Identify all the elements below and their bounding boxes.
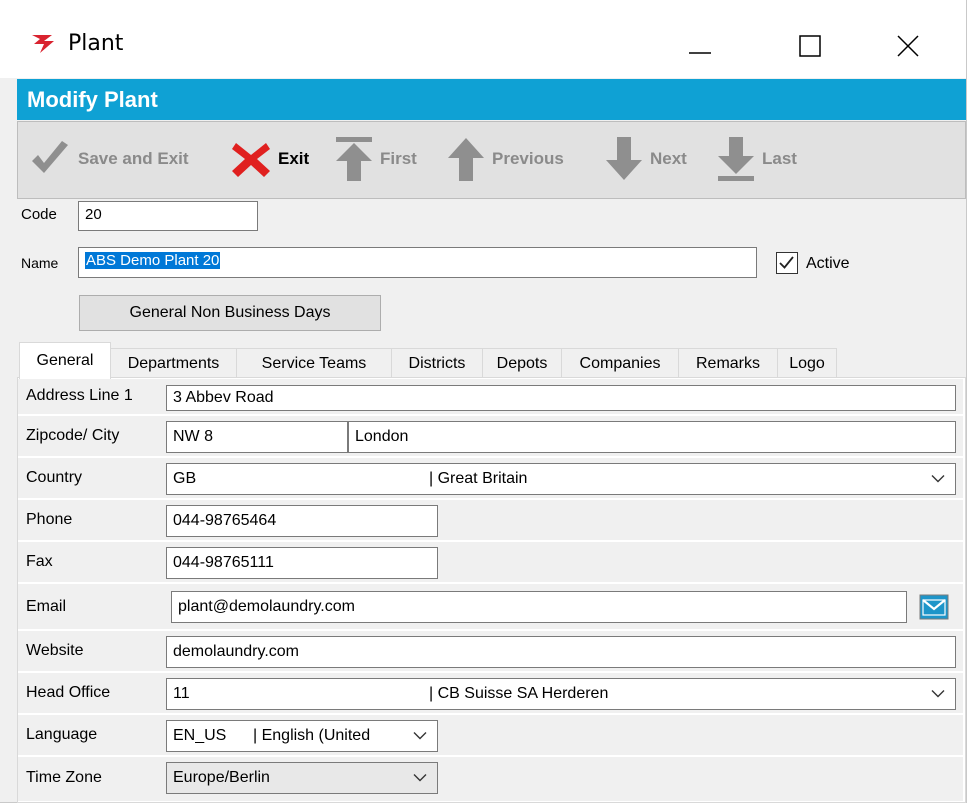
close-button[interactable] (880, 22, 936, 70)
next-label: Next (650, 149, 687, 168)
name-label: Name (21, 255, 59, 271)
chevron-down-icon (931, 690, 945, 698)
tab-logo[interactable]: Logo (777, 348, 837, 378)
close-icon (897, 35, 919, 57)
country-select[interactable]: GB | Great Britain (166, 463, 956, 495)
minimize-icon (689, 52, 711, 54)
address-line1-row: Address Line 1 3 Abbev Road (18, 379, 963, 415)
address-line1-label: Address Line 1 (26, 387, 133, 404)
language-label: Language (26, 726, 98, 743)
city-input[interactable]: London (348, 421, 956, 453)
code-label: Code (21, 206, 57, 223)
last-arrow-icon (718, 137, 754, 181)
general-non-business-days-button[interactable]: General Non Business Days (79, 295, 381, 331)
code-input[interactable]: 20 (78, 201, 258, 231)
first-arrow-icon (336, 137, 372, 181)
first-label: First (380, 149, 417, 168)
head-office-name: | CB Suisse SA Herderen (429, 685, 609, 702)
fax-input[interactable]: 044-98765111 (166, 547, 438, 579)
website-row: Website demolaundry.com (18, 631, 963, 672)
zipcode-input[interactable]: NW 8 (166, 421, 348, 453)
fax-row: Fax 044-98765111 (18, 542, 963, 583)
zipcode-city-row: Zipcode/ City NW 8 London (18, 416, 963, 457)
down-arrow-icon (606, 137, 642, 180)
exit-label: Exit (278, 149, 310, 168)
active-checkbox[interactable] (776, 252, 798, 274)
first-button[interactable]: First (334, 134, 417, 184)
previous-label: Previous (492, 149, 564, 168)
previous-button[interactable]: Previous (446, 134, 564, 184)
language-code: EN_US (173, 727, 227, 744)
head-office-row: Head Office 11 | CB Suisse SA Herderen (18, 673, 963, 714)
checkmark-icon (32, 141, 68, 173)
time-zone-row: Time Zone Europe/Berlin (18, 757, 963, 802)
title-bar: Plant (0, 0, 966, 78)
exit-button[interactable]: Exit (230, 134, 309, 184)
maximize-button[interactable] (782, 22, 838, 70)
country-row: Country GB | Great Britain (18, 458, 963, 499)
maximize-icon (799, 35, 821, 57)
toolbar: Save and Exit Exit First Previous Next L… (17, 121, 966, 199)
page-header: Modify Plant (17, 79, 966, 120)
head-office-label: Head Office (26, 684, 111, 701)
time-zone-value: Europe/Berlin (173, 769, 270, 786)
checkmark-icon (779, 256, 794, 269)
fax-label: Fax (26, 553, 53, 570)
up-arrow-icon (448, 138, 484, 181)
language-row: Language EN_US | English (United (18, 715, 963, 756)
tab-remarks[interactable]: Remarks (678, 348, 778, 378)
tab-service-teams[interactable]: Service Teams (236, 348, 392, 378)
address-line1-input[interactable]: 3 Abbev Road (166, 385, 956, 411)
tab-general[interactable]: General (19, 342, 111, 379)
chevron-down-icon (931, 475, 945, 483)
phone-input[interactable]: 044-98765464 (166, 505, 438, 537)
country-label: Country (26, 469, 83, 486)
send-email-button[interactable] (919, 592, 949, 622)
language-name: | English (United (253, 727, 371, 744)
next-button[interactable]: Next (604, 134, 687, 184)
country-name: | Great Britain (429, 470, 528, 487)
email-label: Email (26, 598, 67, 615)
save-and-exit-label: Save and Exit (78, 149, 189, 168)
last-label: Last (762, 149, 797, 168)
active-label: Active (806, 255, 850, 272)
phone-row: Phone 044-98765464 (18, 500, 963, 541)
phone-label: Phone (26, 511, 73, 528)
form-content: Code 20 Name ABS Demo Plant 20 Active Ge… (17, 199, 966, 803)
window-title: Plant (68, 31, 124, 56)
tab-departments[interactable]: Departments (110, 348, 237, 378)
email-input[interactable]: plant@demolaundry.com (171, 591, 907, 623)
name-input[interactable]: ABS Demo Plant 20 (78, 247, 757, 278)
app-logo-icon (30, 33, 56, 55)
tab-districts[interactable]: Districts (391, 348, 483, 378)
chevron-down-icon (413, 774, 427, 782)
plant-window: Plant Modify Plant Save and Exit Exit Fi… (0, 0, 967, 803)
tab-depots[interactable]: Depots (482, 348, 562, 378)
website-input[interactable]: demolaundry.com (166, 636, 956, 668)
language-select[interactable]: EN_US | English (United (166, 720, 438, 752)
last-button[interactable]: Last (716, 134, 797, 184)
tab-companies[interactable]: Companies (561, 348, 679, 378)
country-code: GB (173, 470, 197, 487)
minimize-button[interactable] (672, 22, 728, 70)
page-title: Modify Plant (27, 87, 158, 112)
website-label: Website (26, 642, 84, 659)
zipcode-city-label: Zipcode/ City (26, 427, 120, 444)
time-zone-label: Time Zone (26, 769, 102, 786)
name-value-selected: ABS Demo Plant 20 (85, 252, 221, 269)
head-office-select[interactable]: 11 | CB Suisse SA Herderen (166, 678, 956, 710)
general-tab-panel: Address Line 1 3 Abbev Road Zipcode/ Cit… (17, 377, 966, 803)
time-zone-select[interactable]: Europe/Berlin (166, 762, 438, 794)
chevron-down-icon (413, 732, 427, 740)
email-row: Email plant@demolaundry.com (18, 584, 963, 630)
save-and-exit-button[interactable]: Save and Exit (28, 134, 189, 184)
envelope-icon (919, 594, 949, 620)
head-office-code: 11 (173, 685, 190, 702)
close-x-icon (232, 143, 270, 177)
